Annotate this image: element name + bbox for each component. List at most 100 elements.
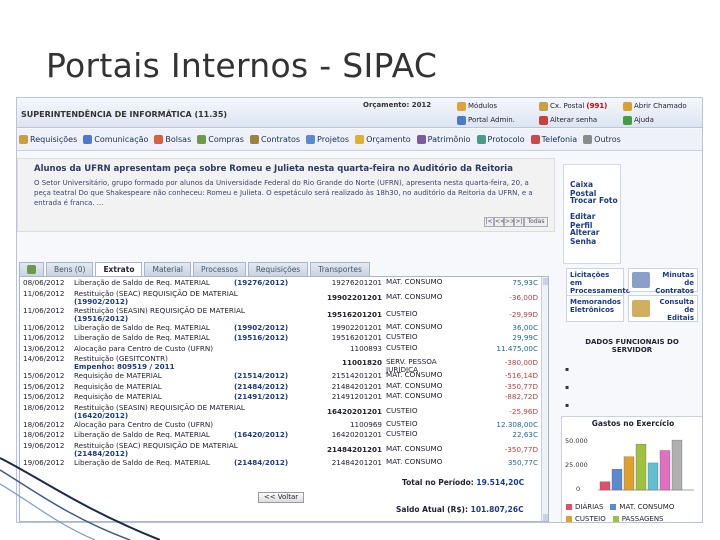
row-description: Alocação para Centro de Custo (UFRN) (74, 419, 214, 429)
row-document-link[interactable]: (21514/2012) (234, 371, 288, 380)
portal-tabs: Bens (0) Extrato Material Processos Requ… (19, 262, 370, 276)
chart-bar (635, 444, 647, 491)
row-type: MAT. CONSUMO (386, 277, 443, 286)
help-button[interactable]: Ajuda (623, 114, 654, 126)
change-photo-link[interactable]: Trocar Foto (570, 196, 618, 205)
row-code: 1100969 (349, 419, 382, 429)
budget-year-label: Orçamento: 2012 (363, 101, 432, 109)
menu-item-4[interactable]: Compras (197, 135, 244, 144)
legend-swatch (566, 504, 572, 510)
row-document-link[interactable]: (16420/2012) (234, 430, 288, 439)
scroll-down-icon[interactable] (543, 514, 548, 521)
mailbox-button[interactable]: Cx. Postal (991) (539, 100, 607, 112)
menu-icon (416, 135, 426, 144)
portal-admin-button[interactable]: Portal Admin. (457, 114, 515, 126)
row-date: 15/06/2012 (23, 392, 65, 401)
scroll-up-icon[interactable] (543, 278, 548, 285)
main-menu-bar: Requisições Comunicação Bolsas Compras Contr… (17, 129, 702, 151)
tile-memorandos[interactable]: Memorandos Eletrônicos (566, 295, 624, 322)
contract-icon (632, 272, 650, 288)
row-date: 11/06/2012 (23, 305, 65, 315)
tab-home[interactable] (19, 262, 44, 276)
row-document-link[interactable]: (21491/2012) (234, 392, 288, 401)
row-value: -36,00D (509, 292, 538, 302)
row-document-link[interactable]: Empenho: 809519 / 2011 (74, 362, 175, 371)
row-document-link[interactable]: (16420/2012) (74, 411, 128, 420)
change-password-button[interactable]: Alterar senha (539, 114, 597, 126)
tab-bens[interactable]: Bens (0) (46, 262, 94, 276)
row-value: 350,77C (507, 457, 538, 467)
row-description: Liberação de Saldo de Req. MATERIAL (74, 430, 210, 439)
row-value: 36,00C (512, 322, 538, 332)
row-type: CUSTEIO (386, 332, 418, 341)
menu-item-2[interactable]: Comunicação (83, 135, 148, 144)
pager-last-button[interactable]: >| (514, 217, 524, 227)
news-headline[interactable]: Alunos da UFRN apresentam peça sobre Rom… (34, 164, 513, 174)
legend-item: DIÁRIAS MAT. CONSUMO (566, 503, 674, 511)
row-document-link[interactable]: (19276/2012) (234, 278, 288, 287)
row-document-link[interactable]: (19516/2012) (234, 333, 288, 342)
row-code: 21491201201 (331, 392, 382, 401)
row-document-link[interactable]: (19516/2012) (74, 314, 128, 323)
chart-bar (599, 481, 611, 491)
row-type: MAT. CONSUMO (386, 370, 443, 379)
menu-item-10[interactable]: Telefonia (530, 135, 577, 144)
tab-requisicoes[interactable]: Requisições (247, 262, 309, 276)
chart-bar (623, 456, 635, 491)
portal-admin-icon (457, 115, 466, 125)
row-date: 18/06/2012 (23, 419, 65, 429)
row-value: -29,99D (509, 309, 538, 319)
org-unit-label: SUPERINTENDÊNCIA DE INFORMÁTICA (11.35) (21, 110, 228, 119)
tile-editais[interactable]: Consulta de Editais (628, 295, 698, 322)
row-type: CUSTEIO (386, 418, 418, 428)
row-type: CUSTEIO (386, 308, 418, 318)
menu-item-7[interactable]: Orçamento (355, 135, 411, 144)
open-ticket-button[interactable]: Abrir Chamado (623, 100, 687, 112)
modules-button[interactable]: Módulos (457, 100, 497, 112)
row-code: 19276201201 (331, 278, 382, 287)
row-type: MAT. CONSUMO (386, 380, 443, 390)
row-document-link[interactable]: (19902/2012) (234, 323, 288, 332)
row-document-link[interactable]: (21484/2012) (234, 382, 288, 391)
row-date: 15/06/2012 (23, 371, 65, 380)
menu-item-11[interactable]: Outros (583, 135, 621, 144)
row-document-link[interactable]: (21484/2012) (234, 458, 288, 467)
home-icon (27, 265, 36, 274)
legend-swatch (612, 516, 619, 522)
tab-processos[interactable]: Processos (192, 262, 246, 276)
back-button[interactable]: << Voltar (258, 492, 304, 503)
mailbox-icon (539, 101, 548, 111)
row-value: -350,77D (504, 381, 538, 391)
tab-material[interactable]: Material (144, 262, 191, 276)
pager-first-button[interactable]: |< (484, 217, 494, 227)
menu-icon (19, 135, 28, 144)
row-value: 75,93C (512, 278, 538, 287)
menu-item-9[interactable]: Protocolo (476, 135, 525, 144)
menu-item-3[interactable]: Bolsas (154, 135, 191, 144)
row-type: CUSTEIO (386, 405, 418, 415)
pager-all-button[interactable]: Todas (524, 217, 548, 227)
menu-item-1[interactable]: Requisições (19, 135, 77, 144)
pager-prev-button[interactable]: << (494, 217, 505, 227)
list-bullet: ▪ (565, 384, 570, 391)
menu-item-6[interactable]: Projetos (306, 135, 349, 144)
row-value: -350,77D (504, 444, 538, 454)
row-document-link[interactable]: (19902/2012) (74, 297, 128, 306)
menu-item-5[interactable]: Contratos (249, 135, 300, 144)
tab-extrato[interactable]: Extrato (95, 262, 143, 276)
menu-item-8[interactable]: Patrimônio (416, 135, 471, 144)
employee-data-heading[interactable]: DADOS FUNCIONAIS DO SERVIDOR (573, 338, 691, 354)
change-password-link[interactable]: Alterar Senha (570, 228, 620, 246)
statement-scrollbar[interactable] (541, 277, 548, 521)
tab-transportes[interactable]: Transportes (310, 262, 370, 276)
legend-swatch (566, 516, 572, 522)
period-total: Total no Período: 19.514,20C (402, 478, 525, 487)
menu-icon (355, 135, 365, 144)
pager-next-button[interactable]: >> (504, 217, 515, 227)
menu-icon (197, 135, 207, 144)
row-date: 11/06/2012 (23, 288, 65, 298)
edital-icon (632, 300, 650, 317)
row-code: 19902201201 (331, 322, 382, 332)
row-date: 18/06/2012 (23, 430, 65, 439)
tile-minutas[interactable]: Minutas de Contratos (628, 268, 698, 295)
